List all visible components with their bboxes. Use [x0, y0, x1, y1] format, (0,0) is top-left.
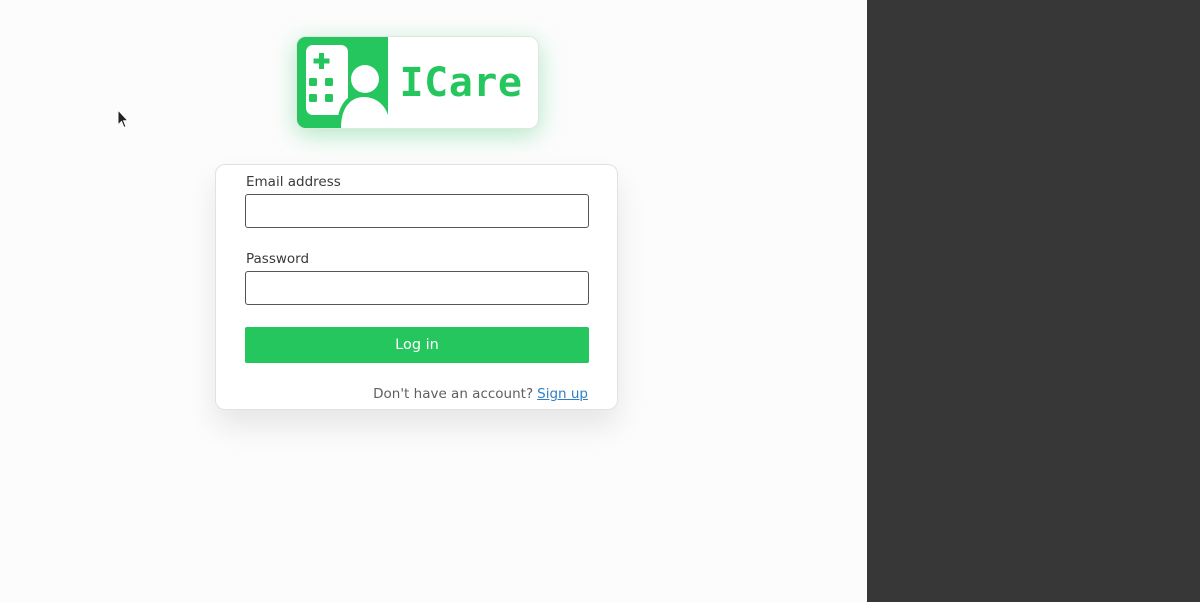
- logo-text: ICare: [399, 59, 523, 106]
- mouse-pointer-icon: [117, 109, 129, 129]
- password-label: Password: [246, 251, 310, 267]
- browser-viewport: ICare Email address Password Log in Don'…: [0, 0, 867, 602]
- side-panel: [867, 0, 1200, 602]
- email-field[interactable]: [245, 194, 589, 228]
- login-card: Email address Password Log in Don't have…: [215, 164, 618, 410]
- icare-logo: ICare: [296, 36, 539, 129]
- signup-prompt-row: Don't have an account? Sign up: [373, 386, 588, 402]
- login-button[interactable]: Log in: [245, 327, 589, 363]
- hospital-user-icon: [297, 37, 388, 128]
- signup-link[interactable]: Sign up: [537, 386, 588, 402]
- signup-prompt-text: Don't have an account?: [373, 386, 534, 402]
- email-label: Email address: [246, 174, 341, 190]
- password-field[interactable]: [245, 271, 589, 305]
